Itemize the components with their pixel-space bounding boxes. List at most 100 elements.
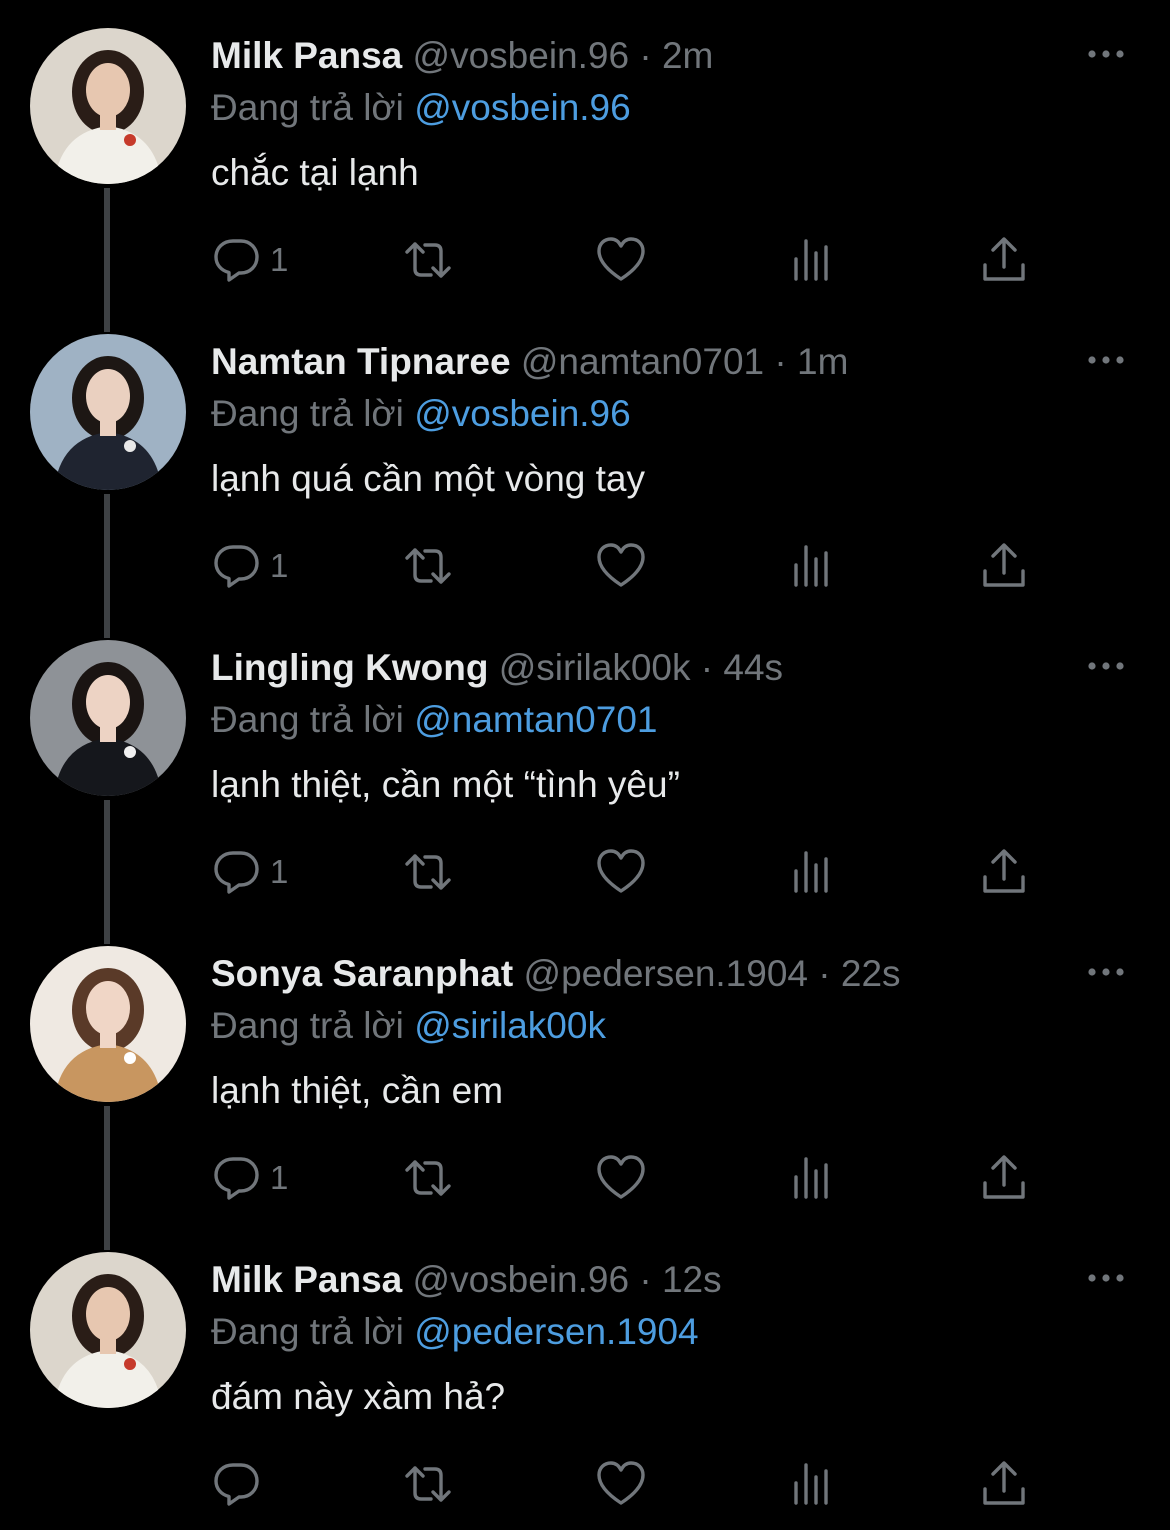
more-horizontal-icon[interactable] — [1086, 656, 1126, 676]
tweet-actions — [0, 1454, 1170, 1514]
retweet-icon — [405, 1466, 451, 1502]
reply-count: 1 — [270, 853, 289, 890]
retweet-button[interactable] — [403, 1454, 453, 1514]
separator-dot: · — [639, 1259, 652, 1300]
like-button[interactable] — [596, 842, 646, 902]
reply-count: 1 — [270, 241, 289, 278]
share-button[interactable] — [979, 230, 1029, 290]
replying-to-handle[interactable]: @vosbein.96 — [414, 87, 631, 128]
replying-to-handle[interactable]: @sirilak00k — [414, 1005, 606, 1046]
timestamp[interactable]: 44s — [723, 647, 783, 688]
reply-button[interactable]: 1 — [212, 536, 288, 596]
display-name[interactable]: Lingling Kwong — [211, 647, 488, 688]
avatar[interactable] — [30, 640, 186, 796]
tweet[interactable]: Lingling Kwong @sirilak00k · 44s Đang tr… — [0, 612, 1170, 944]
replying-to: Đang trả lời @pedersen.1904 — [211, 1312, 699, 1352]
user-handle[interactable]: @vosbein.96 — [413, 35, 630, 76]
retweet-icon — [405, 854, 451, 890]
tweet[interactable]: Milk Pansa @vosbein.96 · 12s Đang trả lờ… — [0, 1224, 1170, 1530]
views-chart-icon — [794, 851, 828, 893]
reply-bubble-icon — [214, 239, 259, 282]
tweet-header: Sonya Saranphat @pedersen.1904 · 22s — [211, 954, 901, 994]
like-button[interactable] — [596, 1454, 646, 1514]
like-button[interactable] — [596, 1148, 646, 1208]
more-horizontal-icon[interactable] — [1086, 350, 1126, 370]
views-chart-icon — [794, 1463, 828, 1505]
display-name[interactable]: Milk Pansa — [211, 1259, 402, 1300]
timestamp[interactable]: 22s — [841, 953, 901, 994]
reply-button[interactable]: 1 — [212, 1148, 288, 1208]
avatar[interactable] — [30, 28, 186, 184]
views-button[interactable] — [788, 536, 838, 596]
replying-to-label: Đang trả lời — [211, 87, 404, 128]
replying-to: Đang trả lời @sirilak00k — [211, 1006, 606, 1046]
share-button[interactable] — [979, 1454, 1029, 1514]
share-upload-icon — [983, 1461, 1025, 1505]
share-upload-icon — [983, 849, 1025, 893]
tweet-header: Namtan Tipnaree @namtan0701 · 1m — [211, 342, 848, 382]
retweet-button[interactable] — [403, 1148, 453, 1208]
reply-thread: Milk Pansa @vosbein.96 · 2m Đang trả lời… — [0, 0, 1170, 1516]
share-upload-icon — [983, 543, 1025, 587]
share-button[interactable] — [979, 536, 1029, 596]
heart-icon — [597, 849, 645, 893]
tweet-text: lạnh thiệt, cần em — [211, 1070, 504, 1111]
tweet[interactable]: Milk Pansa @vosbein.96 · 2m Đang trả lời… — [0, 0, 1170, 332]
views-button[interactable] — [788, 230, 838, 290]
avatar[interactable] — [30, 334, 186, 490]
replying-to-label: Đang trả lời — [211, 1311, 404, 1352]
retweet-button[interactable] — [403, 536, 453, 596]
reply-bubble-icon — [214, 1463, 259, 1506]
user-handle[interactable]: @pedersen.1904 — [524, 953, 808, 994]
tweet-text: chắc tại lạnh — [211, 152, 419, 193]
more-horizontal-icon[interactable] — [1086, 1268, 1126, 1288]
reply-button[interactable]: 1 — [212, 230, 288, 290]
user-handle[interactable]: @namtan0701 — [521, 341, 764, 382]
user-handle[interactable]: @sirilak00k — [499, 647, 691, 688]
like-button[interactable] — [596, 536, 646, 596]
tweet-actions: 1 — [0, 842, 1170, 902]
retweet-button[interactable] — [403, 230, 453, 290]
views-button[interactable] — [788, 1148, 838, 1208]
share-button[interactable] — [979, 1148, 1029, 1208]
reply-button[interactable]: 1 — [212, 842, 288, 902]
more-horizontal-icon[interactable] — [1086, 44, 1126, 64]
timestamp[interactable]: 12s — [662, 1259, 722, 1300]
replying-to-label: Đang trả lời — [211, 393, 404, 434]
replying-to-label: Đang trả lời — [211, 699, 404, 740]
reply-count: 1 — [270, 547, 289, 584]
views-chart-icon — [794, 1157, 828, 1199]
tweet[interactable]: Namtan Tipnaree @namtan0701 · 1m Đang tr… — [0, 306, 1170, 638]
replying-to-handle[interactable]: @namtan0701 — [414, 699, 657, 740]
replying-to-handle[interactable]: @vosbein.96 — [414, 393, 631, 434]
avatar[interactable] — [30, 1252, 186, 1408]
heart-icon — [597, 1461, 645, 1505]
timestamp[interactable]: 1m — [797, 341, 848, 382]
views-chart-icon — [794, 239, 828, 281]
display-name[interactable]: Namtan Tipnaree — [211, 341, 511, 382]
retweet-icon — [405, 1160, 451, 1196]
user-handle[interactable]: @vosbein.96 — [413, 1259, 630, 1300]
views-button[interactable] — [788, 1454, 838, 1514]
views-button[interactable] — [788, 842, 838, 902]
avatar-image — [30, 1252, 186, 1408]
reply-bubble-icon — [214, 851, 259, 894]
retweet-button[interactable] — [403, 842, 453, 902]
avatar-image — [30, 640, 186, 796]
reply-button[interactable] — [212, 1454, 270, 1514]
share-button[interactable] — [979, 842, 1029, 902]
timestamp[interactable]: 2m — [662, 35, 713, 76]
replying-to-handle[interactable]: @pedersen.1904 — [414, 1311, 698, 1352]
tweet[interactable]: Sonya Saranphat @pedersen.1904 · 22s Đan… — [0, 918, 1170, 1250]
avatar[interactable] — [30, 946, 186, 1102]
display-name[interactable]: Milk Pansa — [211, 35, 402, 76]
heart-icon — [597, 543, 645, 587]
like-button[interactable] — [596, 230, 646, 290]
tweet-actions: 1 — [0, 1148, 1170, 1208]
tweet-text: lạnh quá cần một vòng tay — [211, 458, 646, 499]
display-name[interactable]: Sonya Saranphat — [211, 953, 513, 994]
separator-dot: · — [639, 35, 652, 76]
heart-icon — [597, 237, 645, 281]
views-chart-icon — [794, 545, 828, 587]
more-horizontal-icon[interactable] — [1086, 962, 1126, 982]
